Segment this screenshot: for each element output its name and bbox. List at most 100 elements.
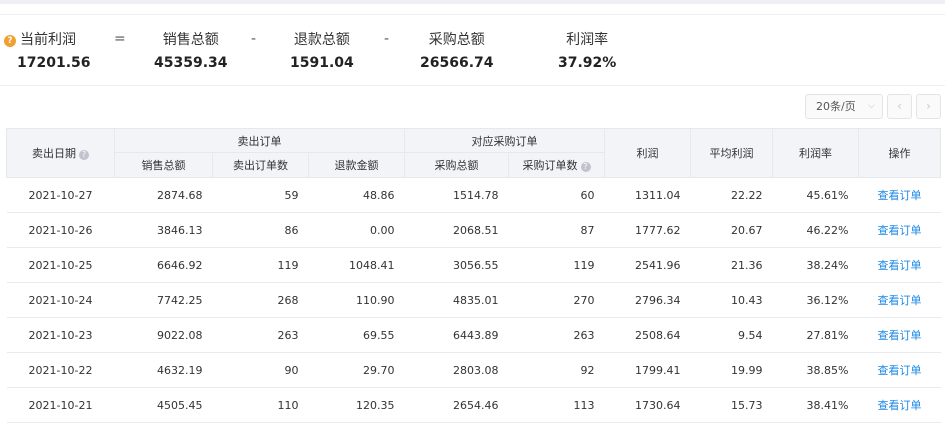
chevron-down-icon: ⌵ [868,101,875,111]
row-date: 2021-10-22 [6,352,115,388]
row-profit-rate: 36.12% [772,282,859,318]
row-avg-profit: 9.54 [690,317,773,353]
profit-value: 17201.56 [17,55,91,71]
profit-label: 当前利润 [20,32,76,48]
header-sales-total: 销售总额 [114,152,213,178]
row-date: 2021-10-27 [6,177,115,213]
row-action-cell: 查看订单 [858,317,941,353]
row-purchase-total: 4835.01 [404,282,509,318]
row-profit: 2796.34 [604,282,691,318]
row-refund-amount: 120.35 [308,387,405,423]
row-refund-amount: 1048.41 [308,247,405,283]
row-action-cell: 查看订单 [858,282,941,318]
help-icon[interactable]: ? [580,162,591,172]
minus-sign: - [251,31,257,47]
row-purchase-count: 87 [508,212,605,248]
header-profit-rate: 利润率 [772,128,859,178]
summary-sales: 销售总额 45359.34 [154,29,228,71]
header-purchase-count: 采购订单数? [508,152,605,178]
profit-summary: ? 当前利润 17201.56 = 销售总额 45359.34 - 退款总额 15… [0,14,945,86]
row-purchase-count: 60 [508,177,605,213]
row-purchase-count: 113 [508,387,605,423]
row-purchase-count: 92 [508,352,605,388]
profit-table: 卖出日期? 卖出订单 对应采购订单 利润 平均利润 利润率 操作 销售总额 卖出… [6,128,941,423]
row-profit-rate: 27.81% [772,317,859,353]
row-profit-rate: 38.41% [772,387,859,423]
row-avg-profit: 19.99 [690,352,773,388]
view-orders-link[interactable]: 查看订单 [878,294,922,307]
header-date-label: 卖出日期 [32,147,76,160]
header-purchase-count-label: 采购订单数 [522,159,578,172]
view-orders-link[interactable]: 查看订单 [878,329,922,342]
row-action-cell: 查看订单 [858,212,941,248]
view-orders-link[interactable]: 查看订单 [878,259,922,272]
pagination: 20条/页 ⌵ ‹ › [805,94,941,119]
row-refund-amount: 29.70 [308,352,405,388]
sales-label: 销售总额 [162,32,219,48]
header-group-sold: 卖出订单 [114,128,405,153]
summary-refund: 退款总额 1591.04 [290,29,354,71]
row-purchase-total: 6443.89 [404,317,509,353]
row-sales-total: 9022.08 [114,317,213,353]
row-sales-total: 4505.45 [114,387,213,423]
header-avg-profit: 平均利润 [690,128,773,178]
rate-value: 37.92% [558,55,617,71]
row-date: 2021-10-21 [6,387,115,423]
row-avg-profit: 21.36 [690,247,773,283]
row-profit: 1730.64 [604,387,691,423]
prev-page-button[interactable]: ‹ [887,94,912,119]
row-profit: 1777.62 [604,212,691,248]
row-date: 2021-10-26 [6,212,115,248]
table-row: 2021-10-26 3846.13 86 0.00 2068.51 87 1777.62 2… [6,212,941,248]
top-strip [0,0,945,4]
row-purchase-total: 2803.08 [404,352,509,388]
row-refund-amount: 110.90 [308,282,405,318]
header-refund-amount: 退款金额 [308,152,405,178]
row-sales-total: 4632.19 [114,352,213,388]
summary-purchase: 采购总额 26566.74 [420,29,494,71]
row-action-cell: 查看订单 [858,387,941,423]
row-sold-count: 86 [212,212,309,248]
row-avg-profit: 15.73 [690,387,773,423]
page-size-select[interactable]: 20条/页 ⌵ [805,94,883,119]
row-sales-total: 2874.68 [114,177,213,213]
table-row: 2021-10-23 9022.08 263 69.55 6443.89 263 2508.… [6,317,941,353]
row-profit-rate: 38.24% [772,247,859,283]
view-orders-link[interactable]: 查看订单 [878,189,922,202]
row-sold-count: 268 [212,282,309,318]
row-profit: 2541.96 [604,247,691,283]
row-profit-rate: 38.85% [772,352,859,388]
row-purchase-total: 2068.51 [404,212,509,248]
minus-sign: - [384,31,390,47]
row-sold-count: 90 [212,352,309,388]
row-sold-count: 110 [212,387,309,423]
table-row: 2021-10-22 4632.19 90 29.70 2803.08 92 1799.41… [6,352,941,388]
table-row: 2021-10-24 7742.25 268 110.90 4835.01 270 2796… [6,282,941,318]
row-purchase-total: 1514.78 [404,177,509,213]
purchase-label: 采购总额 [428,32,485,48]
row-action-cell: 查看订单 [858,247,941,283]
summary-rate: 利润率 37.92% [558,29,616,71]
row-profit-rate: 46.22% [772,212,859,248]
row-avg-profit: 20.67 [690,212,773,248]
header-profit: 利润 [604,128,691,178]
row-refund-amount: 0.00 [308,212,405,248]
row-sold-count: 119 [212,247,309,283]
refund-value: 1591.04 [290,55,354,71]
row-action-cell: 查看订单 [858,352,941,388]
row-sales-total: 7742.25 [114,282,213,318]
summary-profit: ? 当前利润 17201.56 [4,29,91,71]
view-orders-link[interactable]: 查看订单 [878,399,922,412]
next-page-button[interactable]: › [916,94,941,119]
help-icon[interactable]: ? [4,35,16,47]
row-action-cell: 查看订单 [858,177,941,213]
row-purchase-total: 2654.46 [404,387,509,423]
view-orders-link[interactable]: 查看订单 [878,364,922,377]
row-date: 2021-10-23 [6,317,115,353]
equals-sign: = [114,31,126,47]
page-size-label: 20条/页 [816,100,856,113]
help-icon[interactable]: ? [79,150,89,160]
table-row: 2021-10-27 2874.68 59 48.86 1514.78 60 1311.04… [6,177,941,213]
view-orders-link[interactable]: 查看订单 [878,224,922,237]
header-date: 卖出日期? [6,128,115,178]
